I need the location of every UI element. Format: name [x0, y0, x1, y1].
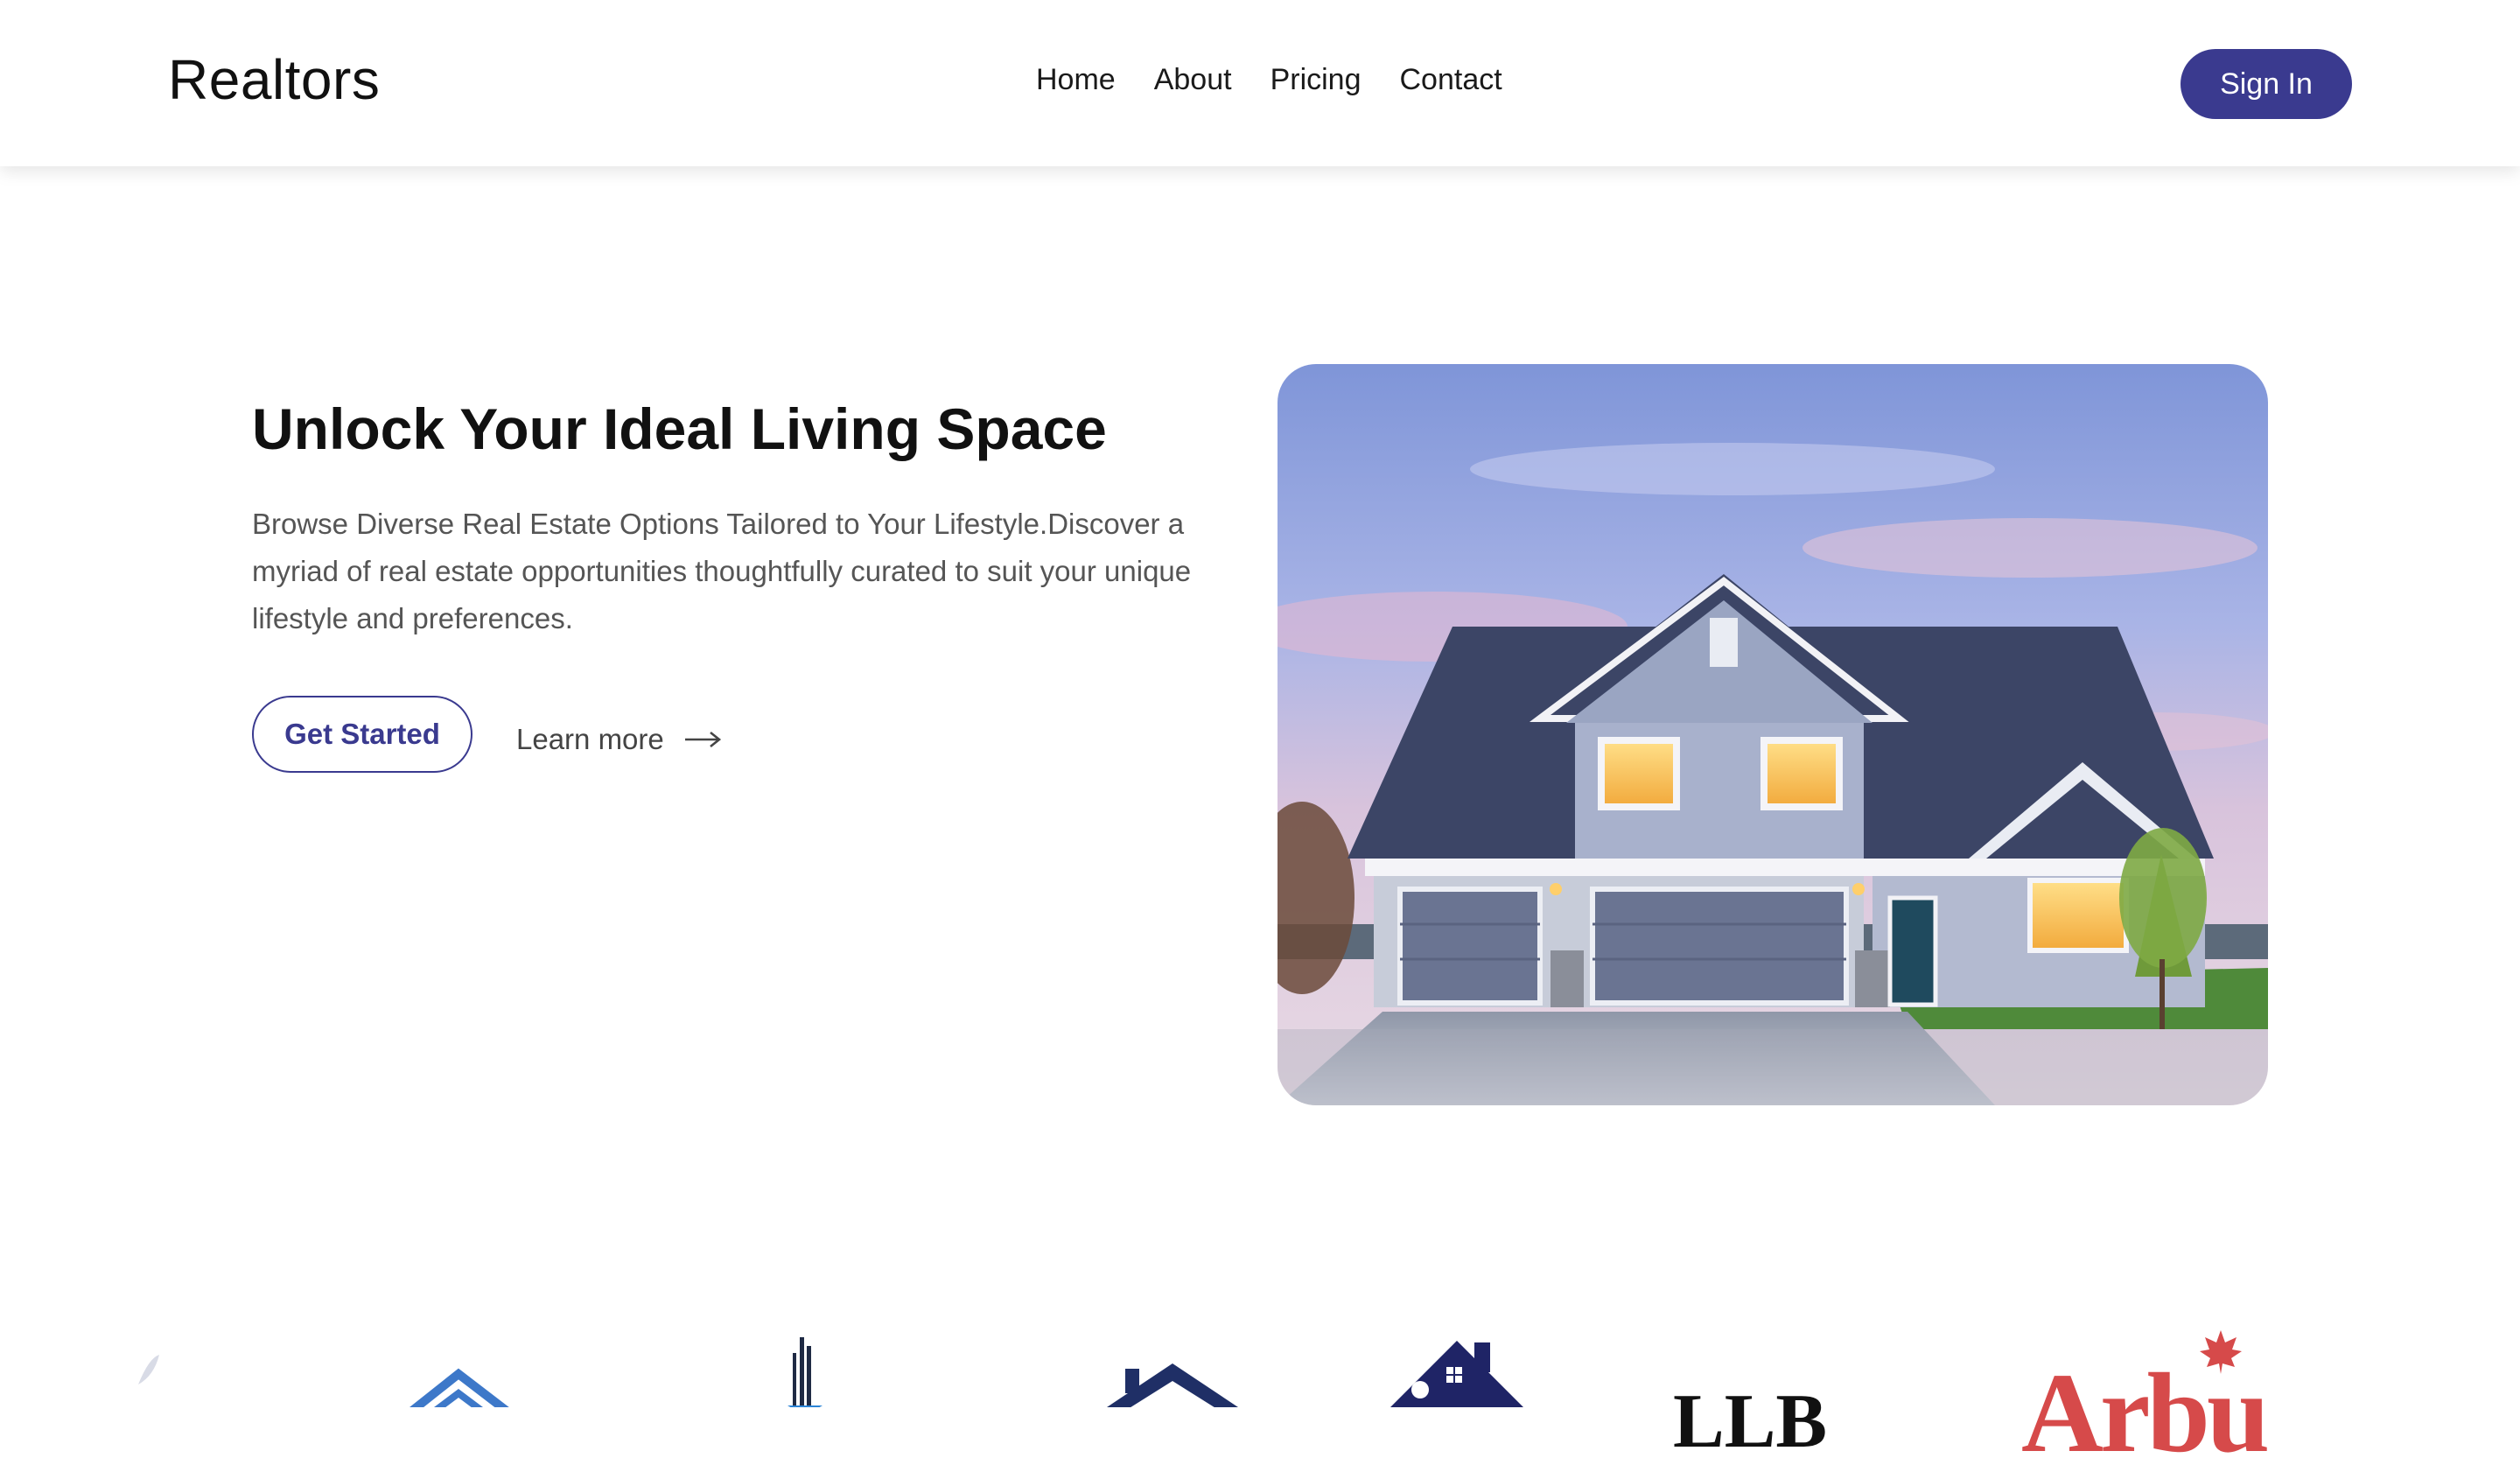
hero-title: Unlock Your Ideal Living Space [252, 396, 1107, 461]
brand-logo[interactable]: Realtors [168, 47, 380, 112]
maple-leaf-icon [2200, 1330, 2242, 1374]
hero-description: Browse Diverse Real Estate Options Tailo… [252, 508, 1192, 634]
arrow-right-icon [684, 731, 721, 748]
learn-more-label: Learn more [516, 723, 664, 755]
tower-logo [788, 1337, 822, 1407]
learn-more-link[interactable]: Learn more [516, 723, 722, 756]
nav-about[interactable]: About [1154, 63, 1232, 97]
site-header: Realtors Home About Pricing Contact Sign… [0, 0, 2520, 166]
hero-house-image [1278, 364, 2268, 1105]
navy-house-logo [1107, 1363, 1238, 1407]
nav-pricing[interactable]: Pricing [1270, 63, 1362, 97]
lb-brand-logo: LLB [1673, 1379, 1828, 1464]
nav-contact[interactable]: Contact [1400, 63, 1502, 97]
sign-in-button[interactable]: Sign In [2180, 49, 2352, 119]
get-started-button[interactable]: Get Started [252, 696, 472, 773]
house-roof-logo [410, 1368, 509, 1407]
nav-home[interactable]: Home [1036, 63, 1116, 97]
house-with-pet-logo [1390, 1341, 1523, 1407]
faded-leaf-icon [138, 1355, 159, 1384]
main-nav: Home About Pricing Contact [1036, 63, 1502, 97]
